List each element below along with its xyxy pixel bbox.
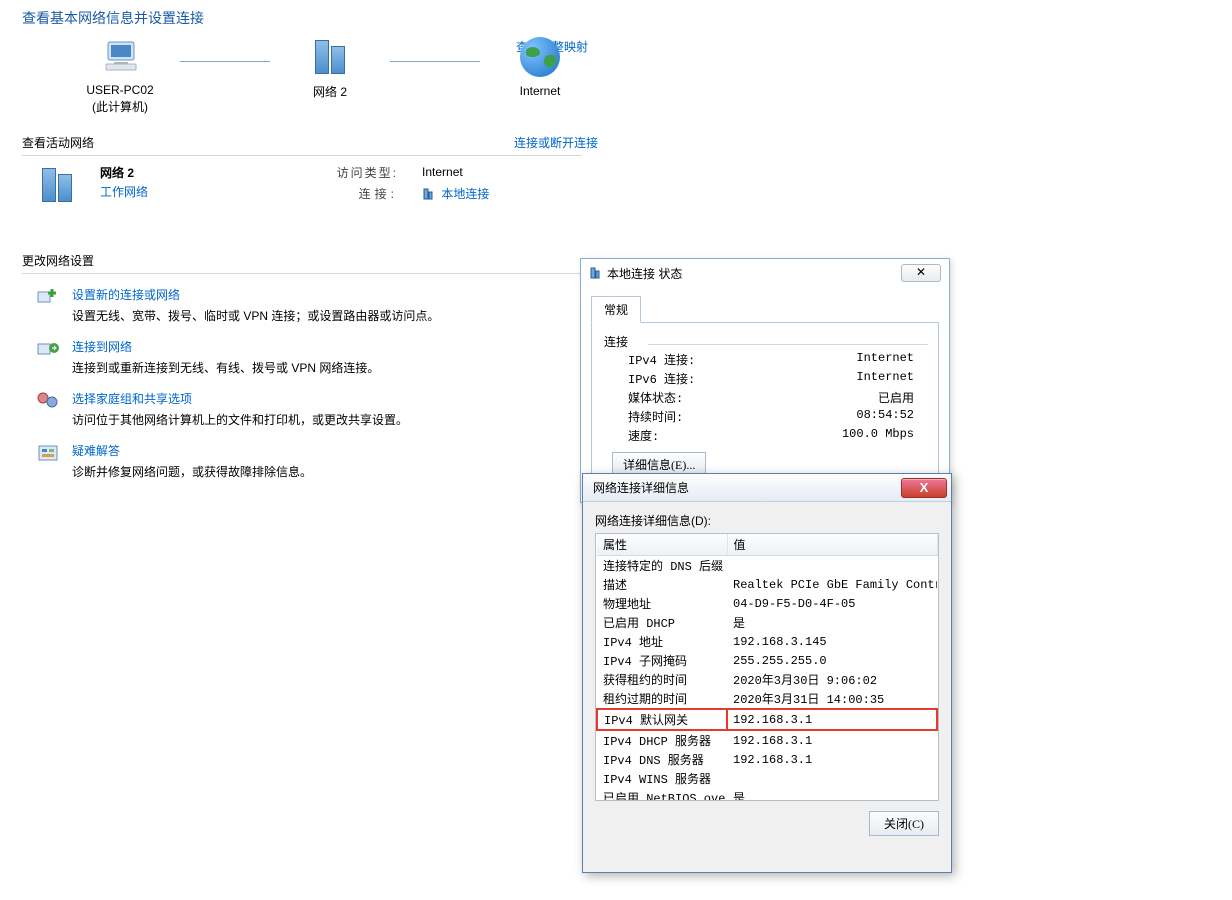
table-row[interactable]: 已启用 NetBIOS ove...是 [597, 788, 937, 801]
value-cell: Realtek PCIe GbE Family Contro [727, 575, 937, 594]
prop-cell: 租约过期的时间 [597, 689, 727, 709]
prop-cell: 已启用 NetBIOS ove... [597, 788, 727, 801]
value-cell: 04-D9-F5-D0-4F-05 [727, 594, 937, 613]
status-value: 已启用 [878, 389, 914, 406]
details-close-button[interactable]: 关闭(C) [869, 811, 939, 836]
change-icon [36, 338, 62, 362]
status-close-button[interactable]: ✕ [901, 264, 941, 282]
network-name: 网络 2 [100, 164, 148, 181]
prop-cell: IPv4 WINS 服务器 [597, 769, 727, 788]
prop-cell: IPv4 默认网关 [597, 709, 727, 730]
table-row[interactable]: 连接特定的 DNS 后缀 [597, 556, 937, 576]
value-cell: 2020年3月31日 14:00:35 [727, 689, 937, 709]
change-icon [36, 442, 62, 466]
prop-cell: IPv4 地址 [597, 632, 727, 651]
network-profile-icon [36, 164, 78, 206]
map-node-internet-label: Internet [480, 83, 600, 100]
value-cell [727, 769, 937, 788]
change-desc: 访问位于其他网络计算机上的文件和打印机，或更改共享设置。 [72, 411, 408, 428]
computer-icon [96, 36, 144, 76]
table-row[interactable]: IPv4 子网掩码255.255.255.0 [597, 651, 937, 670]
table-row[interactable]: IPv4 DHCP 服务器192.168.3.1 [597, 730, 937, 750]
local-connection-link[interactable]: 本地连接 [441, 187, 489, 201]
prop-cell: IPv4 DNS 服务器 [597, 750, 727, 769]
status-key: IPv4 连接: [628, 351, 695, 368]
active-networks-label: 查看活动网络 [22, 134, 94, 151]
status-dialog-title: 本地连接 状态 [607, 265, 682, 282]
page-title: 查看基本网络信息并设置连接 [22, 8, 1232, 28]
details-table-scroll[interactable]: 属性 值 连接特定的 DNS 后缀描述Realtek PCIe GbE Fami… [595, 533, 939, 801]
prop-cell: 获得租约的时间 [597, 670, 727, 689]
table-row[interactable]: IPv4 默认网关192.168.3.1 [597, 709, 937, 730]
status-dialog: 本地连接 状态 ✕ 常规 连接 IPv4 连接: Internet IPv6 连接:… [580, 258, 950, 503]
value-cell [727, 556, 937, 576]
prop-cell: 物理地址 [597, 594, 727, 613]
access-type-label: 访问类型: [328, 164, 398, 181]
status-key: 速度: [628, 427, 659, 444]
change-desc: 连接到或重新连接到无线、有线、拨号或 VPN 网络连接。 [72, 359, 379, 376]
table-row[interactable]: 已启用 DHCP是 [597, 613, 937, 632]
tab-general[interactable]: 常规 [591, 296, 641, 323]
change-settings-label: 更改网络设置 [22, 254, 94, 268]
table-row[interactable]: IPv4 DNS 服务器192.168.3.1 [597, 750, 937, 769]
change-link[interactable]: 选择家庭组和共享选项 [72, 390, 408, 407]
table-row[interactable]: 获得租约的时间2020年3月30日 9:06:02 [597, 670, 937, 689]
value-cell: 是 [727, 613, 937, 632]
connection-group-label: 连接 [604, 333, 926, 350]
prop-cell: IPv4 DHCP 服务器 [597, 730, 727, 750]
details-dialog: 网络连接详细信息 X 网络连接详细信息(D): 属性 值 连接特定的 DNS 后… [582, 473, 952, 873]
value-cell: 192.168.3.145 [727, 632, 937, 651]
table-row[interactable]: 租约过期的时间2020年3月31日 14:00:35 [597, 689, 937, 709]
details-x-close-button[interactable]: X [901, 478, 947, 498]
change-link[interactable]: 设置新的连接或网络 [72, 286, 439, 303]
value-cell: 192.168.3.1 [727, 730, 937, 750]
prop-cell: 连接特定的 DNS 后缀 [597, 556, 727, 576]
map-node-computer-sub: (此计算机) [60, 99, 180, 116]
status-value: 08:54:52 [856, 408, 914, 425]
map-node-computer-label: USER-PC02 [60, 82, 180, 99]
prop-cell: 描述 [597, 575, 727, 594]
adapter-icon [589, 267, 601, 279]
table-row[interactable]: 物理地址04-D9-F5-D0-4F-05 [597, 594, 937, 613]
map-connector [180, 61, 270, 62]
map-connector [390, 61, 480, 62]
status-key: IPv6 连接: [628, 370, 695, 387]
table-row[interactable]: IPv4 WINS 服务器 [597, 769, 937, 788]
globe-icon [520, 37, 560, 77]
value-cell: 2020年3月30日 9:06:02 [727, 670, 937, 689]
table-row[interactable]: 描述Realtek PCIe GbE Family Contro [597, 575, 937, 594]
status-value: Internet [856, 370, 914, 387]
change-desc: 设置无线、宽带、拨号、临时或 VPN 连接；或设置路由器或访问点。 [72, 307, 439, 324]
prop-cell: IPv4 子网掩码 [597, 651, 727, 670]
change-icon [36, 390, 62, 414]
value-cell: 255.255.255.0 [727, 651, 937, 670]
status-value: Internet [856, 351, 914, 368]
status-value: 100.0 Mbps [842, 427, 914, 444]
change-link[interactable]: 连接到网络 [72, 338, 379, 355]
value-cell: 是 [727, 788, 937, 801]
table-row[interactable]: IPv4 地址192.168.3.145 [597, 632, 937, 651]
change-link[interactable]: 疑难解答 [72, 442, 312, 459]
access-type-value: Internet [422, 165, 463, 179]
connect-disconnect-link[interactable]: 连接或断开连接 [514, 134, 598, 151]
status-key: 持续时间: [628, 408, 683, 425]
value-cell: 192.168.3.1 [727, 750, 937, 769]
network-type-link[interactable]: 工作网络 [100, 183, 148, 200]
change-desc: 诊断并修复网络问题，或获得故障排除信息。 [72, 463, 312, 480]
change-icon [36, 286, 62, 310]
prop-cell: 已启用 DHCP [597, 613, 727, 632]
col-property[interactable]: 属性 [597, 534, 727, 556]
connection-label: 连接: [328, 185, 398, 202]
value-cell: 192.168.3.1 [727, 709, 937, 730]
map-node-network-label: 网络 2 [270, 84, 390, 101]
col-value[interactable]: 值 [727, 534, 937, 556]
status-key: 媒体状态: [628, 389, 683, 406]
adapter-icon [422, 188, 434, 200]
details-subtitle: 网络连接详细信息(D): [595, 512, 939, 529]
details-dialog-title: 网络连接详细信息 [593, 479, 689, 496]
network-icon [309, 36, 351, 78]
